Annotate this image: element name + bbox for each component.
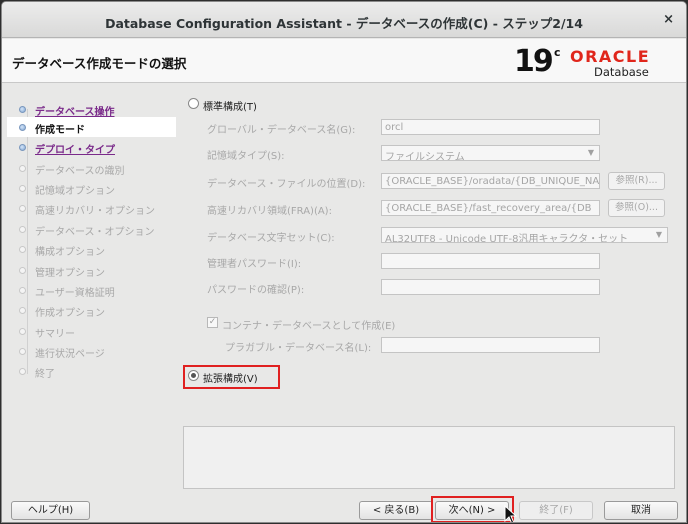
nav-step-label[interactable]: データベース操作 xyxy=(35,103,115,118)
title-bar[interactable]: Database Configuration Assistant - データベー… xyxy=(2,2,686,38)
step-done-icon xyxy=(19,144,26,151)
logo-brand: ORACLE xyxy=(570,47,651,66)
step-pending-icon xyxy=(19,267,26,274)
highlight-advanced-config xyxy=(183,365,280,389)
db-file-location-field[interactable]: {ORACLE_BASE}/oradata/{DB_UNIQUE_NA xyxy=(381,173,600,189)
nav-step-label: 構成オプション xyxy=(35,247,105,258)
page-title: データベース作成モードの選択 xyxy=(12,56,187,71)
nav-step-summary: サマリー xyxy=(7,321,176,341)
step-current-icon xyxy=(19,124,26,131)
step-done-icon xyxy=(19,106,26,113)
dbca-window: Database Configuration Assistant - データベー… xyxy=(1,1,687,523)
nav-step-user-credentials: ユーザー資格証明 xyxy=(7,280,176,300)
global-db-name-field[interactable]: orcl xyxy=(381,119,600,135)
storage-type-select[interactable]: ファイルシステム ▼ xyxy=(381,145,600,161)
charset-label: データベース文字セット(C): xyxy=(207,233,335,244)
global-db-name-label: グローバル・データベース名(G): xyxy=(207,125,356,136)
confirm-password-label: パスワードの確認(P): xyxy=(207,285,305,296)
nav-step-mgmt-options: 管理オプション xyxy=(7,260,176,280)
mouse-pointer-icon xyxy=(504,505,518,522)
oracle-logo: 19 c ORACLE Database xyxy=(514,44,674,80)
storage-type-label: 記憶域タイプ(S): xyxy=(207,151,285,162)
fra-label: 高速リカバリ領域(FRA)(A): xyxy=(207,206,332,217)
step-pending-icon xyxy=(19,185,26,192)
nav-step-label: 進行状況ページ xyxy=(35,349,105,360)
typical-config-label[interactable]: 標準構成(T) xyxy=(203,98,257,113)
logo-version-suffix: c xyxy=(554,46,561,59)
pdb-name-label: プラガブル・データベース名(L): xyxy=(225,343,372,354)
highlight-next-button xyxy=(431,496,514,522)
charset-select[interactable]: AL32UTF8 - Unicode UTF-8汎用キャラクタ・セット ▼ xyxy=(381,227,668,243)
description-panel xyxy=(183,426,675,489)
nav-step-progress: 進行状況ページ xyxy=(7,341,176,361)
logo-product: Database xyxy=(594,65,649,79)
nav-step-label: 管理オプション xyxy=(35,268,105,279)
nav-step-db-identification: データベースの識別 xyxy=(7,158,176,178)
admin-password-label: 管理者パスワード(I): xyxy=(207,259,302,270)
storage-type-value: ファイルシステム xyxy=(385,152,465,161)
button-bar: ヘルプ(H) < 戻る(B) 次へ(N) > 終了(F) 取消 xyxy=(2,493,686,522)
fra-field[interactable]: {ORACLE_BASE}/fast_recovery_area/{DB xyxy=(381,200,600,216)
nav-step-config-options: 構成オプション xyxy=(7,239,176,259)
nav-step-label: 記憶域オプション xyxy=(35,186,115,197)
step-pending-icon xyxy=(19,307,26,314)
close-icon[interactable]: × xyxy=(663,12,674,27)
nav-step-label[interactable]: デプロイ・タイプ xyxy=(35,141,115,156)
browse-db-location-button[interactable]: 参照(R)... xyxy=(608,172,665,190)
admin-password-field[interactable] xyxy=(381,253,600,269)
nav-step-label: サマリー xyxy=(35,329,75,340)
step-pending-icon xyxy=(19,348,26,355)
window-title: Database Configuration Assistant - データベー… xyxy=(105,16,583,31)
nav-step-label: 作成モード xyxy=(35,125,85,136)
step-pending-icon xyxy=(19,287,26,294)
back-button[interactable]: < 戻る(B) xyxy=(359,501,433,520)
nav-step-creation-options: 作成オプション xyxy=(7,300,176,320)
typical-config-radio[interactable] xyxy=(188,98,199,109)
chevron-down-icon: ▼ xyxy=(587,148,594,157)
cancel-button[interactable]: 取消 xyxy=(604,501,678,520)
container-db-label[interactable]: コンテナ・データベースとして作成(E) xyxy=(222,317,395,332)
logo-version: 19 xyxy=(514,44,554,79)
container-db-checkbox[interactable]: ✓ xyxy=(207,317,218,328)
pdb-name-field[interactable] xyxy=(381,337,600,353)
nav-step-db-operation[interactable]: データベース操作 xyxy=(7,99,176,119)
chevron-down-icon: ▼ xyxy=(655,230,662,239)
nav-step-storage-options: 記憶域オプション xyxy=(7,178,176,198)
step-pending-icon xyxy=(19,226,26,233)
nav-step-db-options: データベース・オプション xyxy=(7,219,176,239)
db-file-location-label: データベース・ファイルの位置(D): xyxy=(207,179,366,190)
nav-step-label: 終了 xyxy=(35,369,55,380)
charset-value: AL32UTF8 - Unicode UTF-8汎用キャラクタ・セット xyxy=(385,234,629,243)
nav-step-finish: 終了 xyxy=(7,361,176,381)
confirm-password-field[interactable] xyxy=(381,279,600,295)
step-pending-icon xyxy=(19,165,26,172)
nav-step-label: 作成オプション xyxy=(35,308,105,319)
finish-button[interactable]: 終了(F) xyxy=(519,501,593,520)
nav-step-label: 高速リカバリ・オプション xyxy=(35,206,155,217)
nav-step-fast-recovery: 高速リカバリ・オプション xyxy=(7,198,176,218)
step-pending-icon xyxy=(19,205,26,212)
nav-step-creation-mode[interactable]: 作成モード xyxy=(7,117,176,137)
step-pending-icon xyxy=(19,328,26,335)
step-navigation: データベース操作 作成モード デプロイ・タイプ データベースの識別 記憶域オプシ… xyxy=(7,89,177,489)
nav-step-label: ユーザー資格証明 xyxy=(35,288,115,299)
page-header: データベース作成モードの選択 19 c ORACLE Database xyxy=(2,39,686,83)
nav-step-label: データベース・オプション xyxy=(35,227,155,238)
step-pending-icon xyxy=(19,246,26,253)
nav-step-deploy-type[interactable]: デプロイ・タイプ xyxy=(7,137,176,157)
browse-fra-button[interactable]: 参照(O)... xyxy=(608,199,665,217)
help-button[interactable]: ヘルプ(H) xyxy=(11,501,90,520)
step-pending-icon xyxy=(19,368,26,375)
nav-step-label: データベースの識別 xyxy=(35,166,125,177)
